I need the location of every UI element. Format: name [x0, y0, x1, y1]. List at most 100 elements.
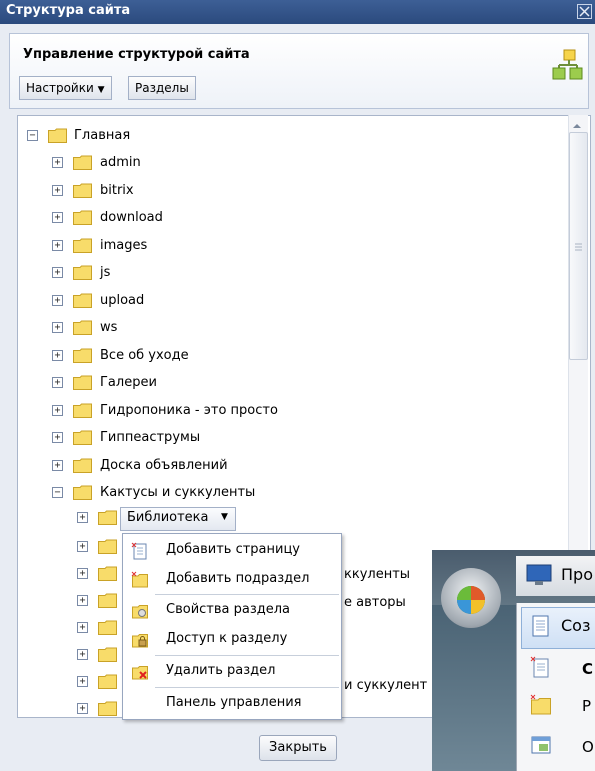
menu-item-label: Удалить раздел: [166, 663, 276, 678]
menu-item-label: Добавить подраздел: [166, 571, 310, 586]
taskbar-menu-item-label: Р: [582, 697, 592, 715]
close-icon[interactable]: [577, 4, 592, 19]
folder-icon: [73, 485, 92, 500]
context-menu: Добавить страницу Добавить подраздел Сво…: [122, 533, 342, 720]
folder-icon: [73, 403, 92, 418]
expand-icon[interactable]: +: [52, 322, 63, 333]
window-title: Структура сайта: [6, 3, 131, 18]
folder-icon: [73, 375, 92, 390]
expand-icon[interactable]: +: [52, 459, 63, 471]
tree-item-label: Гидропоника - это просто: [100, 402, 278, 418]
tree-child-label: ккуленты: [344, 567, 411, 582]
expand-icon[interactable]: +: [52, 239, 63, 251]
tree-item-label: js: [100, 265, 111, 280]
header-panel: Управление структурой сайта Настройки ▼ …: [9, 33, 589, 109]
menu-separator: [155, 655, 339, 656]
menu-item-label: Свойства раздела: [166, 602, 291, 617]
add-page-icon: [131, 542, 149, 560]
menu-item-control-panel[interactable]: Панель управления: [123, 689, 341, 717]
expand-icon[interactable]: +: [52, 212, 63, 223]
scrollbar-thumb[interactable]: [569, 132, 588, 360]
tree-root-label: Главная: [74, 128, 131, 143]
menu-item-label: Доступ к разделу: [166, 631, 288, 646]
expand-icon[interactable]: +: [77, 568, 88, 579]
selected-section-button[interactable]: Библиотека ▼: [120, 507, 236, 531]
add-folder-icon: [530, 694, 552, 716]
folder-icon: [73, 320, 92, 335]
expand-icon[interactable]: +: [52, 349, 63, 361]
expand-icon[interactable]: +: [77, 649, 88, 660]
expand-icon[interactable]: +: [52, 404, 63, 416]
collapse-icon[interactable]: −: [27, 130, 38, 141]
folder-icon: [73, 293, 92, 308]
tree-child-label: е авторы: [344, 595, 406, 610]
add-folder-icon: [131, 571, 149, 589]
taskbar-menu-item-label: С: [582, 660, 594, 678]
tree-item-label: Гиппеаструмы: [100, 430, 201, 445]
tree-item-label: Кактусы и суккуленты: [100, 485, 256, 500]
folder-icon: [73, 430, 92, 445]
chevron-down-icon: ▼: [97, 85, 105, 95]
chevron-down-icon: ▼: [221, 512, 228, 522]
tree-item-label: bitrix: [100, 182, 134, 198]
add-page-icon: [530, 656, 552, 678]
menu-separator: [155, 687, 339, 688]
folder-icon: [98, 701, 117, 716]
scroll-up-icon[interactable]: [571, 120, 583, 132]
tree-child-label: и суккулент: [344, 678, 428, 693]
expand-icon[interactable]: +: [77, 703, 88, 714]
folder-settings-icon: [131, 602, 149, 620]
tree-item-label: Доска объявлений: [100, 457, 228, 473]
settings-button[interactable]: Настройки ▼: [19, 76, 112, 100]
expand-icon[interactable]: +: [52, 184, 63, 196]
sections-button[interactable]: Разделы: [128, 76, 196, 100]
taskbar-menu-item-label: О: [582, 738, 594, 756]
folder-icon: [73, 458, 92, 473]
menu-item-add-subsection[interactable]: Добавить подраздел: [123, 565, 341, 593]
expand-icon[interactable]: +: [52, 432, 63, 443]
header-title: Управление структурой сайта: [23, 47, 250, 62]
menu-separator: [155, 594, 339, 595]
folder-icon: [98, 510, 117, 525]
expand-icon[interactable]: +: [77, 622, 88, 633]
folder-icon: [73, 155, 92, 170]
tree-item-label: upload: [100, 292, 145, 308]
expand-icon[interactable]: +: [77, 541, 88, 552]
tree-item-label: Галереи: [100, 375, 157, 390]
expand-icon[interactable]: +: [77, 676, 88, 687]
site-structure-icon: [551, 49, 583, 81]
expand-icon[interactable]: +: [52, 377, 63, 388]
tree-item-label: images: [100, 237, 148, 253]
menu-item-properties[interactable]: Свойства раздела: [123, 596, 341, 624]
menu-item-delete[interactable]: Удалить раздел: [123, 657, 341, 685]
tree-item-label: ws: [100, 320, 118, 335]
document-icon: [530, 613, 552, 639]
folder-delete-icon: [131, 663, 149, 681]
expand-icon[interactable]: +: [77, 595, 88, 606]
folder-icon: [73, 183, 92, 198]
window-icon: [530, 734, 552, 756]
menu-item-add-page[interactable]: Добавить страницу: [123, 536, 341, 564]
collapse-icon[interactable]: −: [52, 487, 63, 498]
start-orb-icon[interactable]: [441, 568, 501, 628]
folder-icon: [98, 620, 117, 635]
menu-item-access[interactable]: Доступ к разделу: [123, 625, 341, 653]
folder-icon: [98, 647, 117, 662]
folder-icon: [98, 539, 117, 554]
close-button[interactable]: Закрыть: [259, 735, 337, 761]
sections-label: Разделы: [135, 81, 189, 95]
expand-icon[interactable]: +: [52, 267, 63, 278]
tree-item-label: Все об уходе: [100, 347, 189, 363]
menu-item-label: Добавить страницу: [166, 542, 300, 557]
settings-label: Настройки: [26, 81, 94, 95]
folder-icon: [73, 265, 92, 280]
expand-icon[interactable]: +: [77, 512, 88, 523]
folder-icon: [98, 674, 117, 689]
expand-icon[interactable]: +: [52, 294, 63, 306]
tree-item-label: download: [100, 210, 163, 225]
selected-section-label: Библиотека: [127, 510, 209, 525]
folder-icon: [48, 128, 67, 143]
expand-icon[interactable]: +: [52, 157, 63, 168]
folder-icon: [73, 238, 92, 253]
folder-lock-icon: [131, 631, 149, 649]
